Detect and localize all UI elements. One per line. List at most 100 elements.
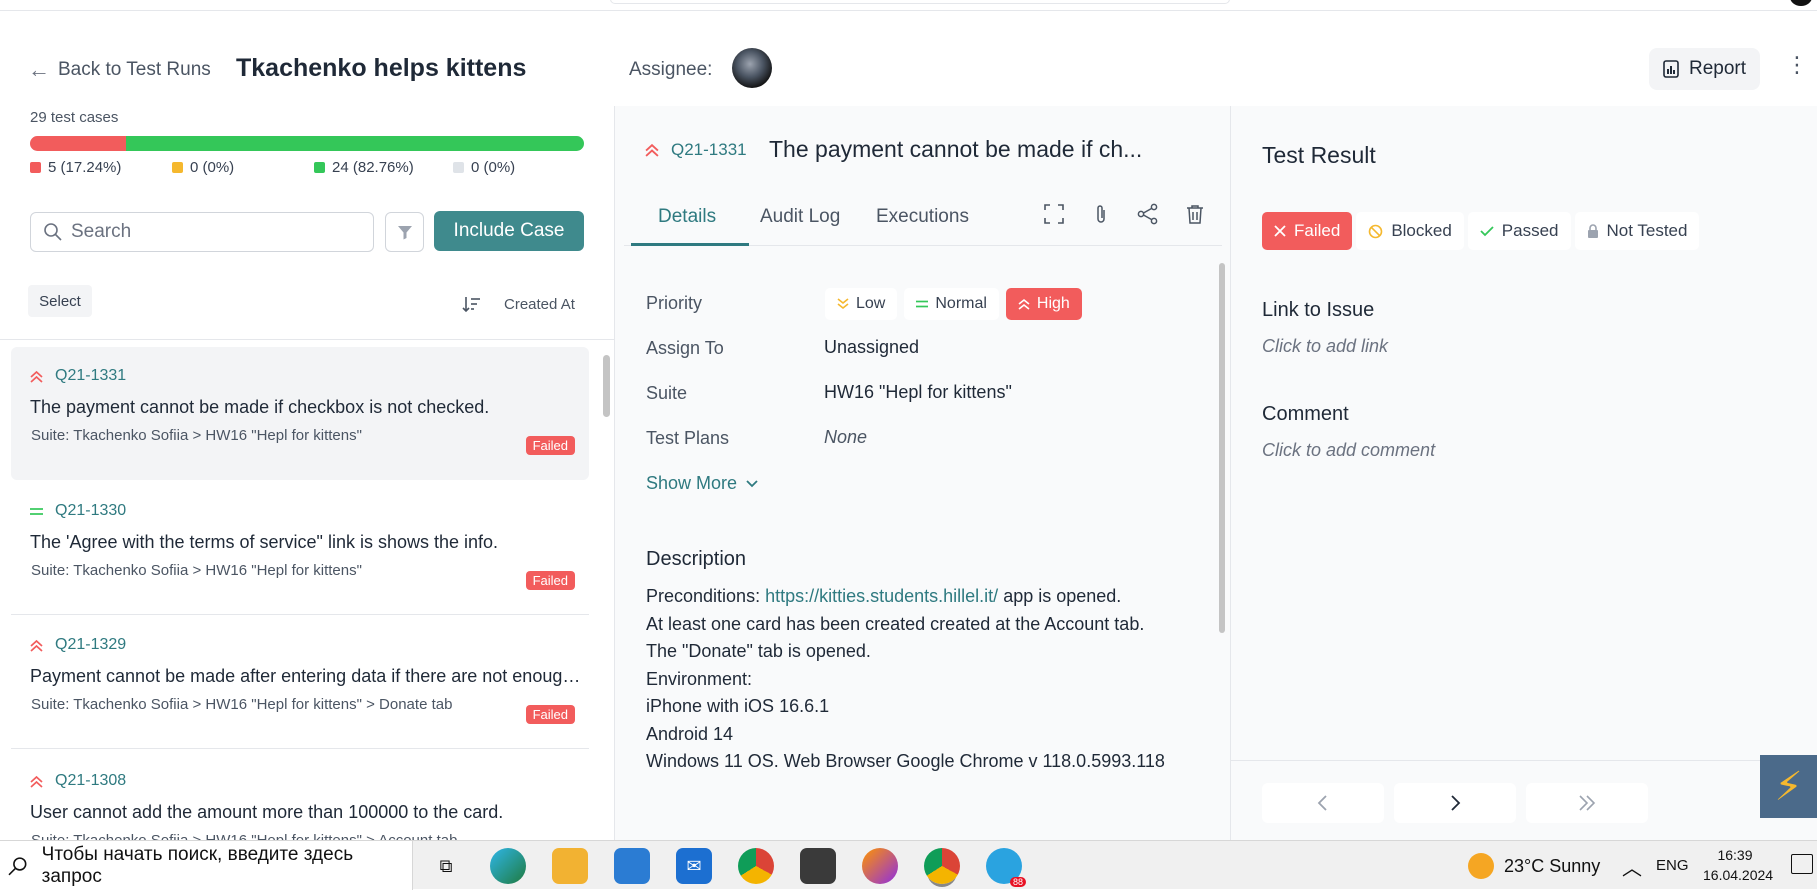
chevron-up-icon[interactable]: ︿ xyxy=(1622,852,1642,881)
description-title: Description xyxy=(646,548,747,570)
description-body: Preconditions: https://kitties.students.… xyxy=(646,583,1166,776)
lightning-app-icon[interactable]: ⚡ xyxy=(1760,755,1817,818)
windows-taskbar: Чтобы начать поиск, введите здесь запрос… xyxy=(0,840,1817,890)
desc-suffix: app is opened. xyxy=(998,586,1122,606)
case-id-row: Q21-1331 xyxy=(30,367,126,385)
priority-high-button[interactable]: High xyxy=(1005,288,1082,320)
blocked-button[interactable]: Blocked xyxy=(1356,212,1464,250)
legend-passed: 24 (82.76%) xyxy=(314,159,453,176)
fl-studio-icon[interactable] xyxy=(800,848,836,884)
passed-label: Passed xyxy=(1501,221,1559,240)
more-vertical-icon[interactable]: ⋮ xyxy=(1786,54,1808,76)
description-line: Windows 11 OS. Web Browser Google Chrome… xyxy=(646,751,1165,771)
legend-swatch xyxy=(30,162,41,173)
assignee-avatar[interactable] xyxy=(732,48,772,88)
test-case-item[interactable]: Q21-1331 The payment cannot be made if c… xyxy=(11,347,589,480)
status-badge: Failed xyxy=(525,436,575,455)
filter-icon xyxy=(397,226,412,240)
sort-control[interactable]: Created At xyxy=(458,290,575,318)
priority-low-button[interactable]: Low xyxy=(825,288,898,320)
edge-icon[interactable] xyxy=(490,848,526,884)
passed-button[interactable]: Passed xyxy=(1467,212,1571,250)
notifications-icon[interactable] xyxy=(1791,854,1813,874)
search-field[interactable] xyxy=(30,212,374,252)
tab-details[interactable]: Details xyxy=(658,206,716,228)
detail-id-row: Q21-1331 xyxy=(645,140,747,160)
failed-button[interactable]: Failed xyxy=(1262,212,1353,250)
app-link[interactable]: https://kitties.students.hillel.it/ xyxy=(765,586,998,606)
language-indicator[interactable]: ENG xyxy=(1656,857,1689,874)
priority-normal-label: Normal xyxy=(935,295,987,312)
detail-case-id: Q21-1331 xyxy=(671,140,747,159)
case-title: The 'Agree with the terms of service" li… xyxy=(30,532,499,552)
trash-icon[interactable] xyxy=(1183,202,1207,226)
report-button[interactable]: Report xyxy=(1649,48,1760,90)
task-view-icon[interactable]: ⧉ xyxy=(428,848,464,884)
assign-to-value[interactable]: Unassigned xyxy=(824,337,919,358)
list-scrollbar[interactable] xyxy=(603,355,610,417)
sun-icon xyxy=(1468,853,1494,879)
test-case-item[interactable]: Q21-1308 User cannot add the amount more… xyxy=(11,752,589,840)
case-title: Payment cannot be made after entering da… xyxy=(30,666,585,686)
tab-executions[interactable]: Executions xyxy=(876,206,969,228)
back-to-test-runs-link[interactable]: ← Back to Test Runs xyxy=(28,57,211,83)
store-icon[interactable] xyxy=(614,848,650,884)
add-link-field[interactable]: Click to add link xyxy=(1262,336,1388,357)
report-icon xyxy=(1663,60,1679,78)
telegram-icon[interactable]: 88 xyxy=(986,848,1026,887)
case-detail-panel: Q21-1331 The payment cannot be made if c… xyxy=(614,106,1230,840)
show-more-button[interactable]: Show More xyxy=(646,473,759,494)
list-divider xyxy=(0,339,614,340)
legend-untested: 0 (0%) xyxy=(453,159,595,176)
status-badge: Failed xyxy=(525,571,575,590)
expand-icon[interactable] xyxy=(1042,202,1066,226)
arrow-left-icon: ← xyxy=(28,57,50,82)
filter-button[interactable] xyxy=(385,212,424,252)
clock[interactable]: 16:39 16.04.2024 xyxy=(1703,845,1773,885)
back-label: Back to Test Runs xyxy=(58,59,211,80)
legend-blocked: 0 (0%) xyxy=(172,159,314,176)
previous-case-button[interactable] xyxy=(1262,783,1384,823)
not-tested-button[interactable]: Not Tested xyxy=(1574,212,1700,250)
legend-swatch xyxy=(314,162,325,173)
legend-blocked-text: 0 (0%) xyxy=(190,159,235,176)
tab-audit-log[interactable]: Audit Log xyxy=(760,206,840,228)
test-result-panel: Test Result Failed Blocked Passed Not Te… xyxy=(1230,106,1817,840)
search-input[interactable] xyxy=(71,221,351,243)
show-more-label: Show More xyxy=(646,473,738,493)
detail-actions xyxy=(1042,202,1207,226)
case-suite: Suite: Tkachenko Sofiia > HW16 "Hepl for… xyxy=(31,696,453,713)
file-explorer-icon[interactable] xyxy=(552,848,588,884)
detail-scrollbar[interactable] xyxy=(1219,263,1225,633)
test-case-item[interactable]: Q21-1330 The 'Agree with the terms of se… xyxy=(11,482,589,615)
attachment-icon[interactable] xyxy=(1089,202,1113,226)
firefox-icon[interactable] xyxy=(862,848,898,884)
case-title: User cannot add the amount more than 100… xyxy=(30,802,504,822)
priority-high-icon xyxy=(645,143,659,157)
taskbar-apps: ⧉ ✉ 88 xyxy=(428,848,1026,887)
address-bar[interactable] xyxy=(610,0,1230,4)
result-status-buttons: Failed Blocked Passed Not Tested xyxy=(1262,212,1700,250)
weather-widget[interactable]: 23°C Sunny xyxy=(1468,853,1600,879)
profile-dot[interactable] xyxy=(1790,0,1812,6)
select-button[interactable]: Select xyxy=(28,285,92,317)
test-plans-value: None xyxy=(824,427,868,447)
priority-normal-button[interactable]: Normal xyxy=(904,288,999,320)
chrome-icon[interactable] xyxy=(738,848,774,884)
test-case-item[interactable]: Q21-1329 Payment cannot be made after en… xyxy=(11,616,589,749)
priority-low-label: Low xyxy=(856,295,886,312)
desc-prefix: Preconditions: xyxy=(646,586,766,606)
case-id: Q21-1331 xyxy=(55,367,127,384)
add-comment-field[interactable]: Click to add comment xyxy=(1262,440,1435,461)
case-suite: Suite: Tkachenko Sofiia > HW16 "Hepl for… xyxy=(31,562,362,579)
chrome-profile-icon[interactable] xyxy=(924,848,960,884)
mail-icon[interactable]: ✉ xyxy=(676,848,712,884)
last-case-button[interactable] xyxy=(1526,783,1648,823)
include-case-button[interactable]: Include Case xyxy=(434,211,584,251)
case-title: The payment cannot be made if checkbox i… xyxy=(30,397,490,417)
legend-failed-text: 5 (17.24%) xyxy=(48,159,122,176)
test-case-list-panel: 29 test cases 5 (17.24%) 0 (0%) 24 (82.7… xyxy=(0,106,614,840)
taskbar-search[interactable]: Чтобы начать поиск, введите здесь запрос xyxy=(0,841,413,890)
next-case-button[interactable] xyxy=(1394,783,1516,823)
share-icon[interactable] xyxy=(1136,202,1160,226)
